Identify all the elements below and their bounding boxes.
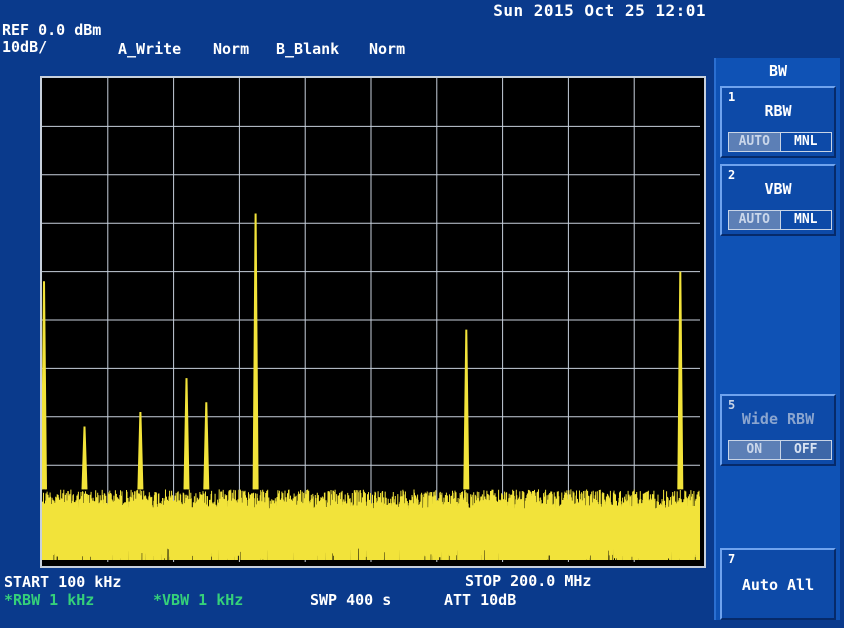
wide-rbw-off-option[interactable]: OFF xyxy=(779,441,831,459)
sweep-time: SWP 400 s xyxy=(310,591,392,609)
vbw-manual-option[interactable]: MNL xyxy=(779,211,831,229)
rbw-softkey[interactable]: 1 RBW AUTO MNL xyxy=(720,86,836,158)
datetime: Sun 2015 Oct 25 12:01 xyxy=(493,1,706,20)
trace-peak xyxy=(677,271,684,490)
trace-peak xyxy=(183,378,190,490)
auto-all-softkey[interactable]: 7 Auto All xyxy=(720,548,836,620)
spectrum-plot xyxy=(42,78,700,562)
wide-rbw-toggle[interactable]: ON OFF xyxy=(728,440,832,460)
wide-rbw-on-option[interactable]: ON xyxy=(729,441,780,459)
trace-peak xyxy=(137,411,144,490)
key-label: Auto All xyxy=(741,576,815,594)
key-number: 7 xyxy=(728,552,736,566)
vbw-readout: *VBW 1 kHz xyxy=(153,591,244,609)
key-label: RBW xyxy=(764,102,792,120)
reference-level: REF 0.0 dBm xyxy=(2,21,102,39)
trace-a-detector: Norm xyxy=(213,40,250,58)
trace-peak xyxy=(463,329,470,490)
trace-peak xyxy=(81,426,88,490)
trace-peak xyxy=(203,402,210,490)
rbw-readout: *RBW 1 kHz xyxy=(4,591,95,609)
status-bar: Sun 2015 Oct 25 12:01 xyxy=(0,0,714,22)
scale-per-division: 10dB/ xyxy=(2,38,48,56)
start-frequency: START 100 kHz xyxy=(4,573,122,591)
attenuation: ATT 10dB xyxy=(444,591,517,609)
rbw-mode-toggle[interactable]: AUTO MNL xyxy=(728,132,832,152)
trace-peak xyxy=(252,213,259,490)
key-label: VBW xyxy=(764,180,792,198)
stop-frequency: STOP 200.0 MHz xyxy=(465,572,592,590)
trace-peak xyxy=(42,281,47,490)
vbw-auto-option[interactable]: AUTO xyxy=(729,211,780,229)
vbw-softkey[interactable]: 2 VBW AUTO MNL xyxy=(720,164,836,236)
key-label: Wide RBW xyxy=(741,410,815,428)
softkey-panel: BW 1 RBW AUTO MNL 2 VBW AUTO MNL 5 Wide … xyxy=(714,58,840,620)
trace-b-mode: B_Blank xyxy=(276,40,340,58)
trace-noise-floor xyxy=(42,489,700,561)
menu-title: BW xyxy=(768,62,788,80)
trace-a-mode: A_Write xyxy=(118,40,182,58)
rbw-auto-option[interactable]: AUTO xyxy=(729,133,780,151)
rbw-manual-option[interactable]: MNL xyxy=(779,133,831,151)
trace-b-detector: Norm xyxy=(369,40,406,58)
vbw-mode-toggle[interactable]: AUTO MNL xyxy=(728,210,832,230)
wide-rbw-softkey[interactable]: 5 Wide RBW ON OFF xyxy=(720,394,836,466)
spectrum-display xyxy=(40,76,706,568)
